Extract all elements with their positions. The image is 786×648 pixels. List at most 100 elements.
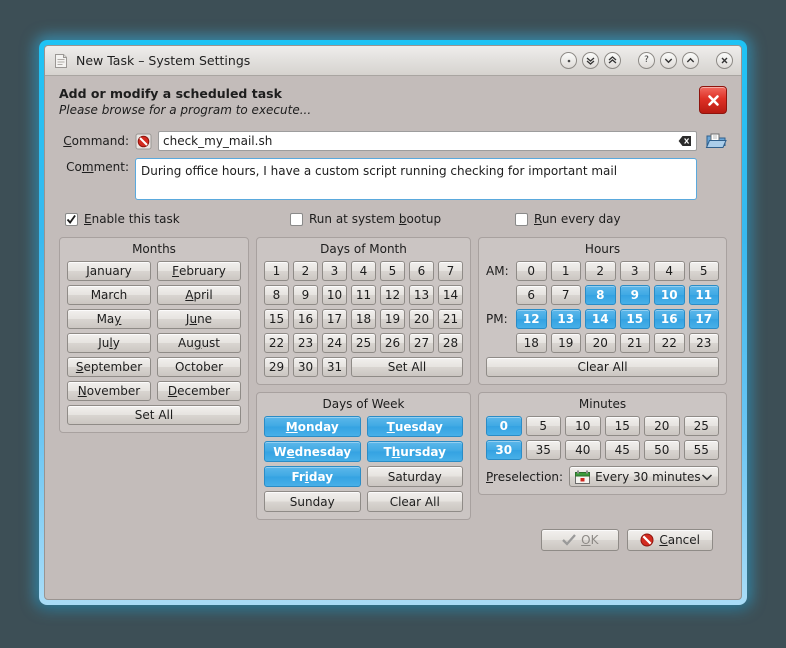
hour-button[interactable]: 10 (654, 285, 685, 305)
minute-button[interactable]: 25 (683, 416, 719, 436)
day-of-month-button[interactable]: 15 (264, 309, 289, 329)
close-button[interactable] (716, 52, 733, 69)
hour-button[interactable]: 0 (516, 261, 547, 281)
month-button[interactable]: February (157, 261, 241, 281)
day-of-month-button[interactable]: 30 (293, 357, 318, 377)
day-of-month-button[interactable]: 12 (380, 285, 405, 305)
run-at-system-bootup-checkbox[interactable]: Run at system bootup (290, 212, 515, 226)
day-of-month-button[interactable]: 10 (322, 285, 347, 305)
day-of-month-button[interactable]: 21 (438, 309, 463, 329)
minute-button[interactable]: 15 (604, 416, 640, 436)
day-of-week-button[interactable]: We dnesday (264, 441, 361, 462)
command-input[interactable]: check_my_mail.sh (158, 131, 697, 151)
days-of-month-set-all-button[interactable]: Set All (351, 357, 463, 377)
day-of-month-button[interactable]: 26 (380, 333, 405, 353)
minute-button[interactable]: 55 (683, 440, 719, 460)
month-button[interactable]: Ju l y (67, 333, 151, 353)
hour-button[interactable]: 4 (654, 261, 685, 281)
hour-button[interactable]: 9 (619, 285, 650, 305)
day-of-month-button[interactable]: 5 (380, 261, 405, 281)
days-of-week-clear-all-button[interactable]: Clear All (366, 491, 463, 512)
months-set-all-button[interactable]: Set All (67, 405, 241, 425)
hour-button[interactable]: 19 (550, 333, 581, 353)
day-of-month-button[interactable]: 18 (351, 309, 376, 329)
day-of-month-button[interactable]: 11 (351, 285, 376, 305)
month-button[interactable]: Ma y (67, 309, 151, 329)
day-of-month-button[interactable]: 4 (351, 261, 376, 281)
day-of-month-button[interactable]: 20 (409, 309, 434, 329)
day-of-month-button[interactable]: 16 (293, 309, 318, 329)
minute-button[interactable]: 35 (525, 440, 561, 460)
help-button[interactable]: ? (638, 52, 655, 69)
hour-button[interactable]: 6 (516, 285, 547, 305)
browse-folder-icon[interactable] (705, 131, 727, 151)
month-button[interactable]: October (157, 357, 241, 377)
hour-button[interactable]: 11 (688, 285, 719, 305)
hour-button[interactable]: 5 (688, 261, 719, 281)
minute-button[interactable]: 20 (644, 416, 680, 436)
month-button[interactable]: December (157, 381, 241, 401)
day-of-month-button[interactable]: 17 (322, 309, 347, 329)
minute-button[interactable]: 50 (644, 440, 680, 460)
day-of-week-button[interactable]: Monday (264, 416, 361, 437)
minute-button[interactable]: 40 (565, 440, 601, 460)
day-of-month-button[interactable]: 9 (293, 285, 318, 305)
clear-text-icon[interactable] (678, 135, 692, 147)
hour-button[interactable]: 16 (654, 309, 685, 329)
day-of-month-button[interactable]: 1 (264, 261, 289, 281)
hour-button[interactable]: 7 (550, 285, 581, 305)
minute-button[interactable]: 10 (565, 416, 601, 436)
hour-button[interactable]: 18 (516, 333, 547, 353)
month-button[interactable]: Au g ust (157, 333, 241, 353)
hour-button[interactable]: 17 (688, 309, 719, 329)
day-of-week-button[interactable]: Saturday (366, 466, 463, 487)
preselection-select[interactable]: Every 30 minutes (569, 466, 719, 487)
day-of-week-button[interactable]: Fr i day (264, 466, 361, 487)
cancel-button[interactable]: Cancel (627, 529, 713, 551)
comment-textarea[interactable]: During office hours, I have a custom scr… (135, 158, 697, 200)
hour-button[interactable]: 14 (585, 309, 616, 329)
hours-clear-all-button[interactable]: Clear All (486, 357, 719, 377)
day-of-week-button[interactable]: Th ursday (366, 441, 463, 462)
month-button[interactable]: January (67, 261, 151, 281)
month-button[interactable]: September (67, 357, 151, 377)
hour-button[interactable]: 3 (619, 261, 650, 281)
shade-down-button[interactable] (582, 52, 599, 69)
hour-button[interactable]: 23 (688, 333, 719, 353)
month-button[interactable]: November (67, 381, 151, 401)
hour-button[interactable]: 8 (585, 285, 616, 305)
day-of-month-button[interactable]: 23 (293, 333, 318, 353)
minute-button[interactable]: 45 (604, 440, 640, 460)
minute-button[interactable]: 0 (486, 416, 522, 436)
day-of-week-button[interactable]: Sunday (264, 491, 361, 512)
day-of-month-button[interactable]: 6 (409, 261, 434, 281)
day-of-month-button[interactable]: 29 (264, 357, 289, 377)
day-of-month-button[interactable]: 31 (322, 357, 347, 377)
day-of-month-button[interactable]: 13 (409, 285, 434, 305)
month-button[interactable]: April (157, 285, 241, 305)
month-button[interactable]: March (67, 285, 151, 305)
hour-button[interactable]: 13 (550, 309, 581, 329)
day-of-month-button[interactable]: 2 (293, 261, 318, 281)
day-of-month-button[interactable]: 27 (409, 333, 434, 353)
shade-up-button[interactable] (604, 52, 621, 69)
minimize-dot-button[interactable] (560, 52, 577, 69)
hour-button[interactable]: 21 (619, 333, 650, 353)
day-of-month-button[interactable]: 8 (264, 285, 289, 305)
hour-button[interactable]: 15 (619, 309, 650, 329)
day-of-month-button[interactable]: 24 (322, 333, 347, 353)
hour-button[interactable]: 2 (585, 261, 616, 281)
day-of-month-button[interactable]: 3 (322, 261, 347, 281)
day-of-week-button[interactable]: Tuesday (366, 416, 463, 437)
hour-button[interactable]: 22 (654, 333, 685, 353)
day-of-month-button[interactable]: 28 (438, 333, 463, 353)
menu-down-button[interactable] (660, 52, 677, 69)
minute-button[interactable]: 30 (486, 440, 522, 460)
day-of-month-button[interactable]: 22 (264, 333, 289, 353)
hour-button[interactable]: 1 (550, 261, 581, 281)
hour-button[interactable]: 12 (516, 309, 547, 329)
day-of-month-button[interactable]: 7 (438, 261, 463, 281)
day-of-month-button[interactable]: 14 (438, 285, 463, 305)
run-every-day-checkbox[interactable]: Run every day (515, 212, 621, 226)
enable-this-task-checkbox[interactable]: Enable this task (65, 212, 290, 226)
